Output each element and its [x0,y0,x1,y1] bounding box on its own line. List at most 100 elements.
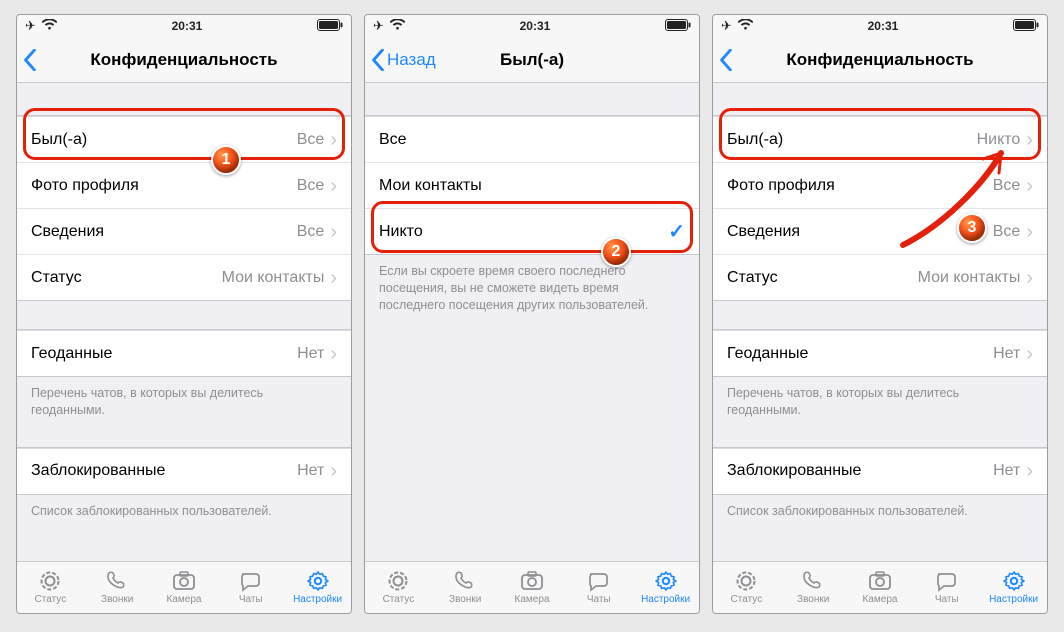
back-label: Назад [387,50,436,70]
tutorial-triptych: ✈︎ 20:31 Конфиденциальность Был(-а) [0,0,1064,632]
tab-camera[interactable]: Камера [151,562,218,613]
option-my-contacts[interactable]: Мои контакты [365,162,699,208]
row-value: Все [993,223,1021,241]
row-label: Заблокированные [31,462,297,480]
row-value: Мои контакты [918,269,1021,287]
page-title: Конфиденциальность [17,50,351,70]
footer-note-blocked: Список заблокированных пользователей. [713,495,1047,520]
row-last-seen[interactable]: Был(-а) Все › [17,116,351,162]
row-label: Геоданные [727,345,993,363]
row-value: Никто [977,131,1021,149]
tab-calls[interactable]: Звонки [84,562,151,613]
row-about[interactable]: Сведения Все › [713,208,1047,254]
phone-3: ✈︎ 20:31 Конфиденциальность Был(-а) Никт… [712,14,1048,614]
status-bar: ✈︎ 20:31 [17,15,351,37]
wifi-icon [738,19,753,33]
chevron-right-icon: › [1026,344,1033,364]
row-profile-photo[interactable]: Фото профиля Все › [17,162,351,208]
row-status[interactable]: Статус Мои контакты › [713,254,1047,300]
option-nobody[interactable]: Никто ✓ [365,208,699,254]
back-button[interactable] [713,49,733,71]
tab-settings[interactable]: Настройки [632,562,699,613]
tab-label: Настройки [293,594,342,605]
tab-label: Статус [383,594,415,605]
option-label: Никто [379,223,668,241]
battery-icon [665,19,691,34]
chevron-right-icon: › [1026,222,1033,242]
tab-status[interactable]: Статус [365,562,432,613]
row-status[interactable]: Статус Мои контакты › [17,254,351,300]
chevron-right-icon: › [330,222,337,242]
checkmark-icon: ✓ [668,219,685,244]
row-value: Нет [993,345,1020,363]
airplane-mode-icon: ✈︎ [373,18,384,34]
camera-icon [867,570,893,592]
battery-icon [317,19,343,34]
chats-icon [934,570,960,592]
row-label: Статус [31,269,222,287]
tab-chats[interactable]: Чаты [565,562,632,613]
option-everyone[interactable]: Все [365,116,699,162]
row-live-location[interactable]: Геоданные Нет › [17,330,351,376]
tab-settings[interactable]: Настройки [980,562,1047,613]
tab-status[interactable]: Статус [713,562,780,613]
tab-label: Звонки [101,594,133,605]
row-label: Сведения [31,223,297,241]
content: Был(-а) Никто › Фото профиля Все › Сведе… [713,83,1047,561]
tab-calls[interactable]: Звонки [432,562,499,613]
row-label: Статус [727,269,918,287]
phone-icon [104,570,130,592]
row-label: Фото профиля [727,177,993,195]
row-live-location[interactable]: Геоданные Нет › [713,330,1047,376]
chats-icon [238,570,264,592]
navbar: Конфиденциальность [713,37,1047,83]
camera-icon [519,570,545,592]
row-value: Все [993,177,1021,195]
row-value: Нет [993,462,1020,480]
tab-label: Статус [35,594,67,605]
tab-chats[interactable]: Чаты [217,562,284,613]
tab-label: Камера [515,594,550,605]
tab-label: Чаты [935,594,959,605]
tab-label: Статус [731,594,763,605]
chevron-left-icon [371,49,385,71]
tab-chats[interactable]: Чаты [913,562,980,613]
status-icon [385,570,411,592]
tab-camera[interactable]: Камера [499,562,566,613]
row-label: Сведения [727,223,993,241]
tab-label: Настройки [641,594,690,605]
tab-settings[interactable]: Настройки [284,562,351,613]
back-button[interactable]: Назад [365,49,436,71]
row-last-seen[interactable]: Был(-а) Никто › [713,116,1047,162]
chevron-right-icon: › [1026,268,1033,288]
phone-icon [452,570,478,592]
clock: 20:31 [172,19,203,33]
footer-note-lastseen: Если вы скроете время своего последнего … [365,255,699,314]
row-blocked[interactable]: Заблокированные Нет › [17,448,351,494]
wifi-icon [42,19,57,33]
tab-status[interactable]: Статус [17,562,84,613]
phone-icon [800,570,826,592]
navbar: Назад Был(-а) [365,37,699,83]
chevron-right-icon: › [330,268,337,288]
tab-calls[interactable]: Звонки [780,562,847,613]
row-profile-photo[interactable]: Фото профиля Все › [713,162,1047,208]
phone-2: ✈︎ 20:31 Назад Был(-а) Все Мои контакты [364,14,700,614]
navbar: Конфиденциальность [17,37,351,83]
airplane-mode-icon: ✈︎ [25,18,36,34]
row-value: Нет [297,462,324,480]
option-label: Все [379,131,685,149]
tab-bar: Статус Звонки Камера Чаты Настройки [713,561,1047,613]
phone-1: ✈︎ 20:31 Конфиденциальность Был(-а) [16,14,352,614]
row-blocked[interactable]: Заблокированные Нет › [713,448,1047,494]
tab-camera[interactable]: Камера [847,562,914,613]
wifi-icon [390,19,405,33]
tab-label: Чаты [587,594,611,605]
chevron-left-icon [23,49,37,71]
back-button[interactable] [17,49,37,71]
row-about[interactable]: Сведения Все › [17,208,351,254]
row-label: Был(-а) [727,131,977,149]
clock: 20:31 [520,19,551,33]
tab-label: Камера [167,594,202,605]
tab-label: Звонки [797,594,829,605]
